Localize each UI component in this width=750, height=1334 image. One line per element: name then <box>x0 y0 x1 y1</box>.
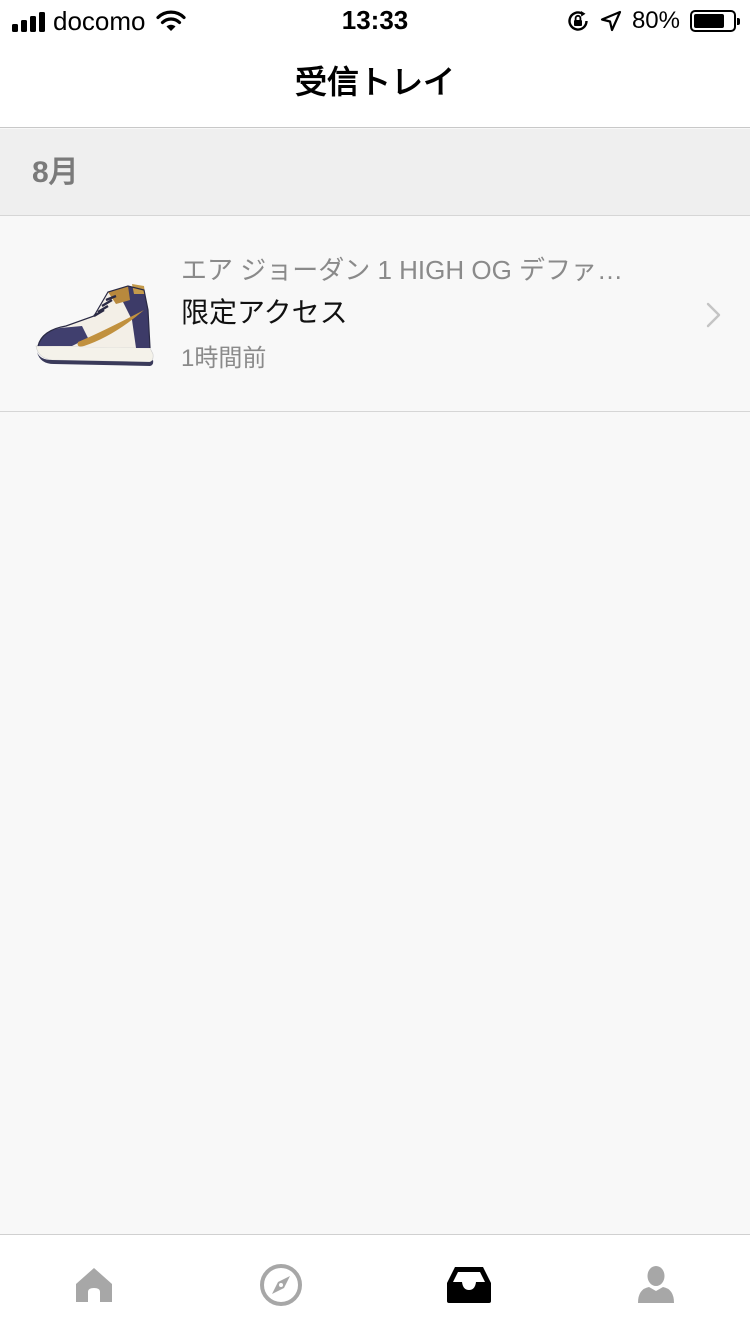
chevron-right-icon <box>706 302 721 328</box>
section-month-label: 8月 <box>32 156 79 189</box>
compass-icon <box>260 1264 303 1306</box>
product-name: エア ジョーダン 1 HIGH OG デファ… <box>181 255 624 285</box>
battery-percentage: 80% <box>631 7 680 34</box>
battery-tip <box>737 18 740 25</box>
tab-profile[interactable] <box>563 1235 750 1334</box>
orientation-lock-icon <box>568 11 588 31</box>
tab-bar <box>0 1234 750 1334</box>
inbox-message-row[interactable]: エア ジョーダン 1 HIGH OG デファ… 限定アクセス 1時間前 <box>0 216 750 412</box>
home-icon <box>75 1268 112 1302</box>
status-right: 80% <box>566 6 740 36</box>
inbox-screen: docomo 13:33 80% 受信トレイ 8月 エア ジョーダン 1 HIG… <box>0 0 750 1334</box>
tab-discover[interactable] <box>188 1235 376 1334</box>
profile-icon <box>638 1266 675 1303</box>
message-text: エア ジョーダン 1 HIGH OG デファ… 限定アクセス 1時間前 <box>181 254 681 374</box>
navigation-bar: 受信トレイ <box>0 40 750 128</box>
page-title: 受信トレイ <box>294 64 455 100</box>
location-arrow-icon <box>600 10 622 32</box>
section-header: 8月 <box>0 129 750 216</box>
battery-fill <box>694 14 725 28</box>
message-title: 限定アクセス <box>181 297 348 328</box>
tab-inbox[interactable] <box>375 1235 563 1334</box>
battery-icon <box>690 10 740 32</box>
inbox-icon <box>446 1267 491 1303</box>
tab-home[interactable] <box>0 1235 188 1334</box>
status-bar: docomo 13:33 80% <box>0 0 750 40</box>
message-timestamp: 1時間前 <box>181 345 267 372</box>
sneaker-thumbnail <box>35 284 154 366</box>
